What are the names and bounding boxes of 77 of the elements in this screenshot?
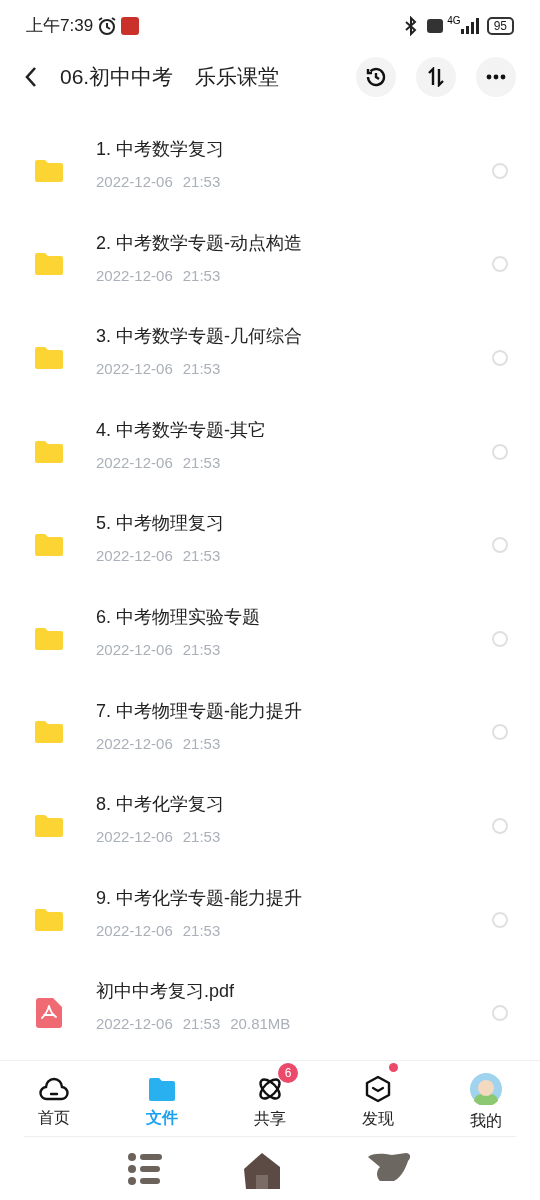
select-radio[interactable] xyxy=(492,443,508,460)
file-time: 21:53 xyxy=(182,640,221,660)
file-name[interactable]: 2. 中考数学专题-动点构造 xyxy=(96,229,492,257)
file-size: 20.81MB xyxy=(230,1014,291,1035)
file-date: 2022-12-06 xyxy=(96,452,173,473)
sort-button[interactable] xyxy=(416,57,456,97)
folder-icon xyxy=(33,906,65,933)
file-date: 2022-12-06 xyxy=(96,827,173,848)
folder-subtitle: 乐乐课堂 xyxy=(195,64,280,91)
folder-icon xyxy=(33,719,65,746)
file-name[interactable]: 5. 中考物理复习 xyxy=(96,510,492,538)
file-time: 21:53 xyxy=(182,827,221,848)
select-radio[interactable] xyxy=(492,817,508,834)
menu-icon[interactable] xyxy=(128,1150,162,1187)
select-radio[interactable] xyxy=(492,911,508,928)
more-icon xyxy=(486,74,506,80)
select-radio[interactable] xyxy=(492,724,508,741)
sort-icon xyxy=(426,67,446,87)
file-name[interactable]: 9. 中考化学专题-能力提升 xyxy=(96,884,492,912)
file-name[interactable]: 3. 中考数学专题-几何综合 xyxy=(96,323,492,351)
nav-tab[interactable]: 我的 xyxy=(432,1061,540,1136)
folder-icon xyxy=(33,157,65,184)
nav-tab[interactable]: 首页 xyxy=(0,1064,108,1133)
back-icon[interactable] xyxy=(24,66,38,88)
history-button[interactable] xyxy=(356,57,396,97)
nav-tab[interactable]: 发现 xyxy=(324,1063,432,1134)
file-time: 21:53 xyxy=(182,172,221,193)
folder-icon xyxy=(33,438,65,465)
more-button[interactable] xyxy=(476,57,516,97)
file-name[interactable]: 4. 中考数学专题-其它 xyxy=(96,416,492,444)
folder-icon xyxy=(33,345,65,371)
file-time: 21:53 xyxy=(182,733,221,754)
select-radio[interactable] xyxy=(492,162,508,179)
file-name[interactable]: 6. 中考物理实验专题 xyxy=(96,604,492,631)
folder-icon xyxy=(33,251,65,278)
avatar-icon xyxy=(470,1073,502,1106)
select-radio[interactable] xyxy=(492,256,508,273)
file-date: 2022-12-06 xyxy=(96,1014,173,1035)
file-date: 2022-12-06 xyxy=(96,172,173,193)
file-time: 21:53 xyxy=(182,452,221,473)
cloud-icon xyxy=(39,1076,69,1103)
file-time: 21:53 xyxy=(182,1014,221,1035)
file-name[interactable]: 8. 中考化学复习 xyxy=(96,791,492,819)
network-label: 4G xyxy=(447,16,461,26)
file-time: 21:53 xyxy=(182,546,221,567)
file-date: 2022-12-06 xyxy=(96,920,173,941)
file-date: 2022-12-06 xyxy=(96,733,173,754)
file-date: 2022-12-06 xyxy=(96,359,173,380)
select-radio[interactable] xyxy=(492,537,508,554)
history-icon xyxy=(364,65,388,89)
folder-icon xyxy=(33,625,65,652)
folder-icon xyxy=(33,812,65,839)
pdf-file-icon xyxy=(36,998,62,1029)
status-time: 上午7:39 xyxy=(26,15,94,38)
file-name[interactable]: 7. 中考物理专题-能力提升 xyxy=(96,697,492,725)
file-name[interactable]: 初中中考复习.pdf xyxy=(96,978,492,1006)
file-date: 2022-12-06 xyxy=(96,546,173,567)
file-date: 2022-12-06 xyxy=(96,265,173,286)
select-radio[interactable] xyxy=(492,1005,508,1022)
hd-icon xyxy=(427,19,444,33)
signal-icon xyxy=(460,18,479,34)
folder-title: 06.初中中考 xyxy=(60,64,174,91)
notification-badge: 6 xyxy=(278,1063,298,1084)
folder-icon xyxy=(148,1076,176,1103)
file-name[interactable]: 1. 中考数学复习 xyxy=(96,136,492,164)
battery-indicator: 95 xyxy=(486,17,514,35)
folder-icon xyxy=(33,532,65,559)
alarm-icon xyxy=(97,16,118,36)
hexagon-clock-icon xyxy=(364,1075,392,1104)
file-time: 21:53 xyxy=(182,920,221,941)
file-time: 21:53 xyxy=(182,265,221,286)
nav-tab[interactable]: 共享 6 xyxy=(216,1063,324,1134)
select-radio[interactable] xyxy=(492,350,508,366)
file-time: 21:53 xyxy=(182,359,221,380)
app-icon xyxy=(121,17,140,35)
file-date: 2022-12-06 xyxy=(96,640,173,660)
select-radio[interactable] xyxy=(492,630,508,647)
